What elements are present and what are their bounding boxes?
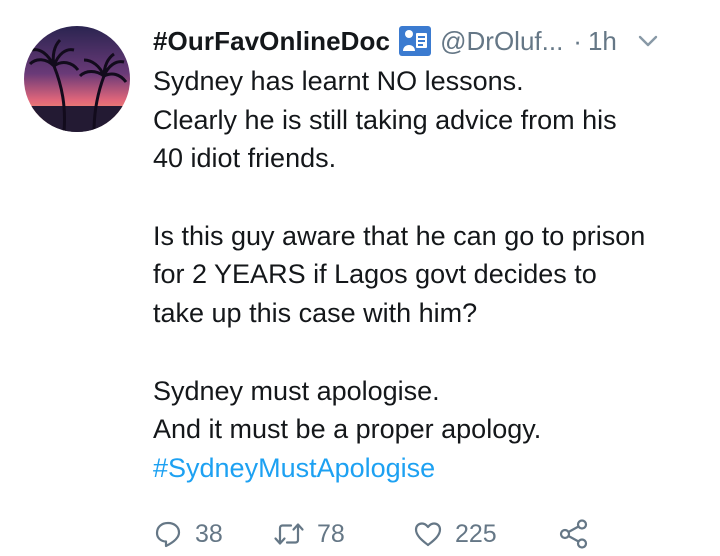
tweet-actions: 38 78 225 <box>153 516 590 552</box>
avatar[interactable] <box>24 26 130 132</box>
tweet-content: #OurFavOnlineDoc @DrOluf... · 1h Sydney … <box>153 18 713 488</box>
tweet-text: Sydney has learnt NO lessons. Clearly he… <box>153 62 713 488</box>
tweet-header: #OurFavOnlineDoc @DrOluf... · 1h <box>153 18 713 64</box>
retweet-button[interactable]: 78 <box>273 519 413 549</box>
retweet-icon <box>274 523 304 545</box>
display-name[interactable]: #OurFavOnlineDoc <box>153 26 390 57</box>
tweet-line: for 2 YEARS if Lagos govt decides to <box>153 259 597 290</box>
heart-icon <box>414 522 442 547</box>
tweet-line: take up this case with him? <box>153 298 478 329</box>
user-handle[interactable]: @DrOluf... <box>440 26 563 57</box>
reply-button[interactable]: 38 <box>153 519 273 549</box>
like-count: 225 <box>455 519 497 548</box>
doctor-emoji-icon <box>398 25 432 57</box>
tweet-line: Sydney has learnt NO lessons. <box>153 66 524 96</box>
hashtag-link[interactable]: #SydneyMustApologise <box>153 449 713 488</box>
avatar-sunset-palm-image <box>24 26 130 132</box>
timestamp[interactable]: 1h <box>588 26 617 57</box>
reply-icon <box>155 521 181 548</box>
separator-dot: · <box>573 25 582 56</box>
share-button[interactable] <box>558 518 590 550</box>
tweet-line: Clearly he is still taking advice from h… <box>153 104 617 135</box>
tweet-line: And it must be a proper apology. <box>153 414 542 445</box>
tweet-line: 40 idiot friends. <box>153 143 337 174</box>
reply-count: 38 <box>195 519 223 548</box>
tweet-line: Is this guy aware that he can go to pris… <box>153 220 646 251</box>
chevron-down-icon[interactable] <box>635 28 661 54</box>
share-icon <box>559 519 588 549</box>
retweet-count: 78 <box>317 519 345 548</box>
like-button[interactable]: 225 <box>413 519 558 549</box>
tweet-line: Sydney must apologise. <box>153 375 440 406</box>
